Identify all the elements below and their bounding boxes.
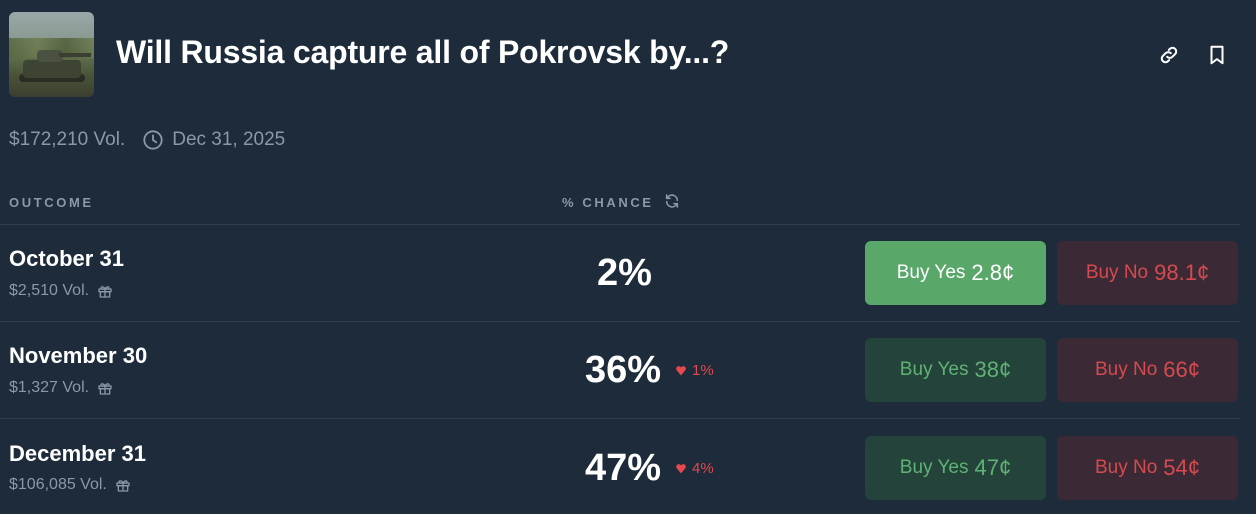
buy-no-label: Buy No xyxy=(1094,359,1158,380)
clock-icon xyxy=(143,130,163,150)
buy-no-button[interactable]: Buy No 98.1¢ xyxy=(1057,241,1238,305)
outcome-volume: $1,327 Vol. xyxy=(9,379,113,397)
buy-no-price: 66¢ xyxy=(1163,357,1201,382)
refresh-icon[interactable] xyxy=(664,193,680,209)
outcome-chance: 2% xyxy=(597,252,652,294)
divider xyxy=(0,418,1240,419)
outcome-name: December 31 xyxy=(9,441,146,466)
bookmark-icon[interactable] xyxy=(1206,44,1228,66)
gift-icon xyxy=(116,480,130,492)
buy-no-button[interactable]: Buy No 54¢ xyxy=(1057,436,1238,500)
buy-yes-button[interactable]: Buy Yes 38¢ xyxy=(865,338,1046,402)
outcome-name: November 30 xyxy=(9,343,148,368)
chance-delta-value: 4% xyxy=(692,460,714,477)
outcome-volume-text: $106,085 Vol. xyxy=(9,476,107,493)
outcome-volume: $106,085 Vol. xyxy=(9,476,131,494)
outcome-chance: 36% xyxy=(585,349,662,391)
outcome-chance: 47% xyxy=(585,447,662,489)
buy-no-price: 98.1¢ xyxy=(1154,260,1210,285)
buy-yes-price: 38¢ xyxy=(974,357,1012,382)
buy-yes-price: 2.8¢ xyxy=(971,260,1015,285)
buy-yes-label: Buy Yes xyxy=(899,457,969,478)
buy-yes-button[interactable]: Buy Yes 47¢ xyxy=(865,436,1046,500)
down-triangle-icon xyxy=(676,463,686,473)
chance-column-header: % CHANCE xyxy=(562,195,654,210)
market-end-date: Dec 31, 2025 xyxy=(172,129,286,150)
buy-no-price: 54¢ xyxy=(1163,455,1201,480)
divider xyxy=(0,224,1240,225)
down-triangle-icon xyxy=(676,365,686,375)
buy-no-button[interactable]: Buy No 66¢ xyxy=(1057,338,1238,402)
chance-delta: 4% xyxy=(675,460,714,477)
link-icon[interactable] xyxy=(1158,44,1180,66)
gift-icon xyxy=(98,383,112,395)
market-volume: $172,210 Vol. xyxy=(9,129,126,150)
buy-yes-price: 47¢ xyxy=(974,455,1012,480)
outcome-name: October 31 xyxy=(9,246,124,271)
buy-yes-label: Buy Yes xyxy=(896,262,966,283)
divider xyxy=(0,321,1240,322)
buy-yes-button[interactable]: Buy Yes 2.8¢ xyxy=(865,241,1046,305)
chance-delta: 1% xyxy=(675,362,714,379)
gift-icon xyxy=(98,286,112,298)
buy-yes-label: Buy Yes xyxy=(899,359,969,380)
outcome-volume: $2,510 Vol. xyxy=(9,282,113,300)
outcome-volume-text: $2,510 Vol. xyxy=(9,282,90,299)
market-title: Will Russia capture all of Pokrovsk by..… xyxy=(116,34,730,70)
market-thumbnail xyxy=(9,12,94,97)
chance-delta-value: 1% xyxy=(692,362,714,379)
market-meta: $172,210 Vol. Dec 31, 2025 xyxy=(9,129,285,151)
buy-no-label: Buy No xyxy=(1085,262,1149,283)
outcome-volume-text: $1,327 Vol. xyxy=(9,379,90,396)
buy-no-label: Buy No xyxy=(1094,457,1158,478)
outcome-column-header: OUTCOME xyxy=(9,195,94,210)
